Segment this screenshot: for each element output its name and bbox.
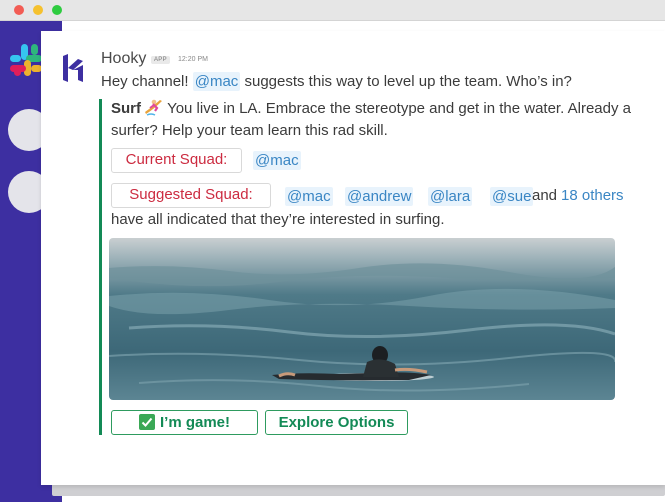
suggested-squad-member[interactable]: @sue: [490, 187, 534, 206]
message-timestamp[interactable]: 12:20 PM: [178, 56, 208, 63]
im-game-button[interactable]: I’m game!: [111, 410, 258, 435]
message-panel: Hooky APP 12:20 PM Hey channel! @mac sug…: [41, 31, 665, 485]
user-mention[interactable]: @mac: [192, 72, 241, 91]
surfer-photo[interactable]: [109, 238, 615, 400]
window-titlebar: [0, 0, 665, 21]
sender-name[interactable]: Hooky: [101, 50, 146, 68]
attachment-title: Surf: [111, 100, 141, 117]
suggested-squad-member[interactable]: @mac: [285, 187, 333, 206]
explore-options-button[interactable]: Explore Options: [265, 410, 408, 435]
and-text: and: [532, 187, 558, 204]
close-window-button[interactable]: [14, 5, 24, 15]
im-game-button-label: I’m game!: [159, 414, 231, 431]
attachment-color-bar: [99, 99, 102, 435]
suggested-squad-member[interactable]: @andrew: [345, 187, 414, 206]
current-squad-label: Current Squad:: [111, 148, 242, 173]
slack-logo-icon[interactable]: [9, 43, 43, 77]
hooky-logo-icon: [63, 54, 83, 82]
message-text-prefix: Hey channel!: [101, 73, 193, 90]
surfer-emoji-icon: [145, 99, 163, 116]
interest-text: have all indicated that they’re interest…: [111, 211, 445, 228]
message-text-suffix: suggests this way to level up the team. …: [240, 73, 572, 90]
suggested-squad-member[interactable]: @lara: [428, 187, 473, 206]
attachment-description-text: You live in LA. Embrace the stereotype a…: [111, 100, 631, 139]
suggested-squad-label: Suggested Squad:: [111, 183, 271, 208]
others-link[interactable]: 18 others: [561, 187, 624, 204]
zoom-window-button[interactable]: [52, 5, 62, 15]
app-badge: APP: [151, 56, 170, 64]
minimize-window-button[interactable]: [33, 5, 43, 15]
current-squad-member[interactable]: @mac: [253, 151, 301, 170]
attachment-description: Surf You live in LA. Embrace the stereot…: [111, 98, 631, 142]
check-icon: [138, 414, 155, 430]
message-text: Hey channel! @mac suggests this way to l…: [101, 72, 572, 91]
